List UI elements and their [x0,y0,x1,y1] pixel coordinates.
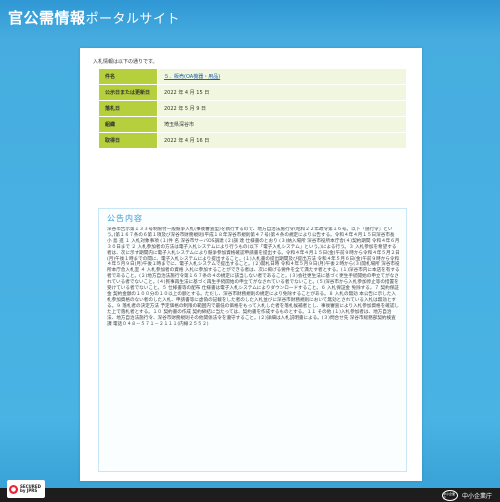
row-label-published: 公示日または更新日 [98,84,158,101]
site-title-sub: ポータルサイト [85,12,181,27]
intro-text: 入札情報は以下の通りです。 [93,59,158,65]
table-row: 取得日 2022 年 4 月 16 日 [98,132,407,149]
row-label-award-date: 落札日 [98,100,158,117]
agency-seal-icon: 中小企業庁 [441,490,458,501]
row-value-published: 2022 年 4 月 15 日 [157,84,407,101]
table-row: 落札日 2022 年 5 月 9 日 [98,100,407,117]
agency-name: 中小企業庁 [461,493,492,500]
security-badge[interactable]: ● SECURED by JPRS [7,480,45,498]
table-row: 件名 ５．販売(OA機器・用品) [98,68,407,85]
lock-icon: ● [9,484,18,494]
site-header: 官公需情報ポータルサイト [0,0,500,36]
site-title[interactable]: 官公需情報ポータルサイト [8,7,180,28]
footer-bar [0,488,500,502]
site-title-main: 官公需情報 [8,9,86,27]
row-value-organization: 埼玉県深谷市 [157,116,407,133]
row-label-organization: 組織 [98,116,158,133]
notice-title: 公告内容 [107,214,143,223]
agency-logo[interactable]: 中小企業庁 中小企業庁 [441,490,492,501]
title-link[interactable]: ５．販売(OA機器・用品) [164,74,220,80]
badge-text: SECURED by JPRS [20,484,41,494]
bid-info-table: 件名 ５．販売(OA機器・用品) 公示日または更新日 2022 年 4 月 15… [98,68,407,149]
content-panel: 入札情報は以下の通りです。 件名 ５．販売(OA機器・用品) 公示日または更新日… [80,48,422,481]
notice-box: 公告内容 深谷市告示第１３３号制限付一般競争入札(事後審査型)を執行するので、地… [98,208,407,472]
table-row: 組織 埼玉県深谷市 [98,116,407,133]
notice-body: 深谷市告示第１３３号制限付一般競争入札(事後審査型)を執行するので、地方自治法施… [107,227,400,327]
row-value-title: ５．販売(OA機器・用品) [157,68,407,85]
row-label-acquired: 取得日 [98,132,158,149]
badge-line2: by JPRS [20,488,38,493]
row-label-title: 件名 [98,68,158,85]
table-row: 公示日または更新日 2022 年 4 月 15 日 [98,84,407,101]
row-value-acquired: 2022 年 4 月 16 日 [157,132,407,149]
row-value-award-date: 2022 年 5 月 9 日 [157,100,407,117]
